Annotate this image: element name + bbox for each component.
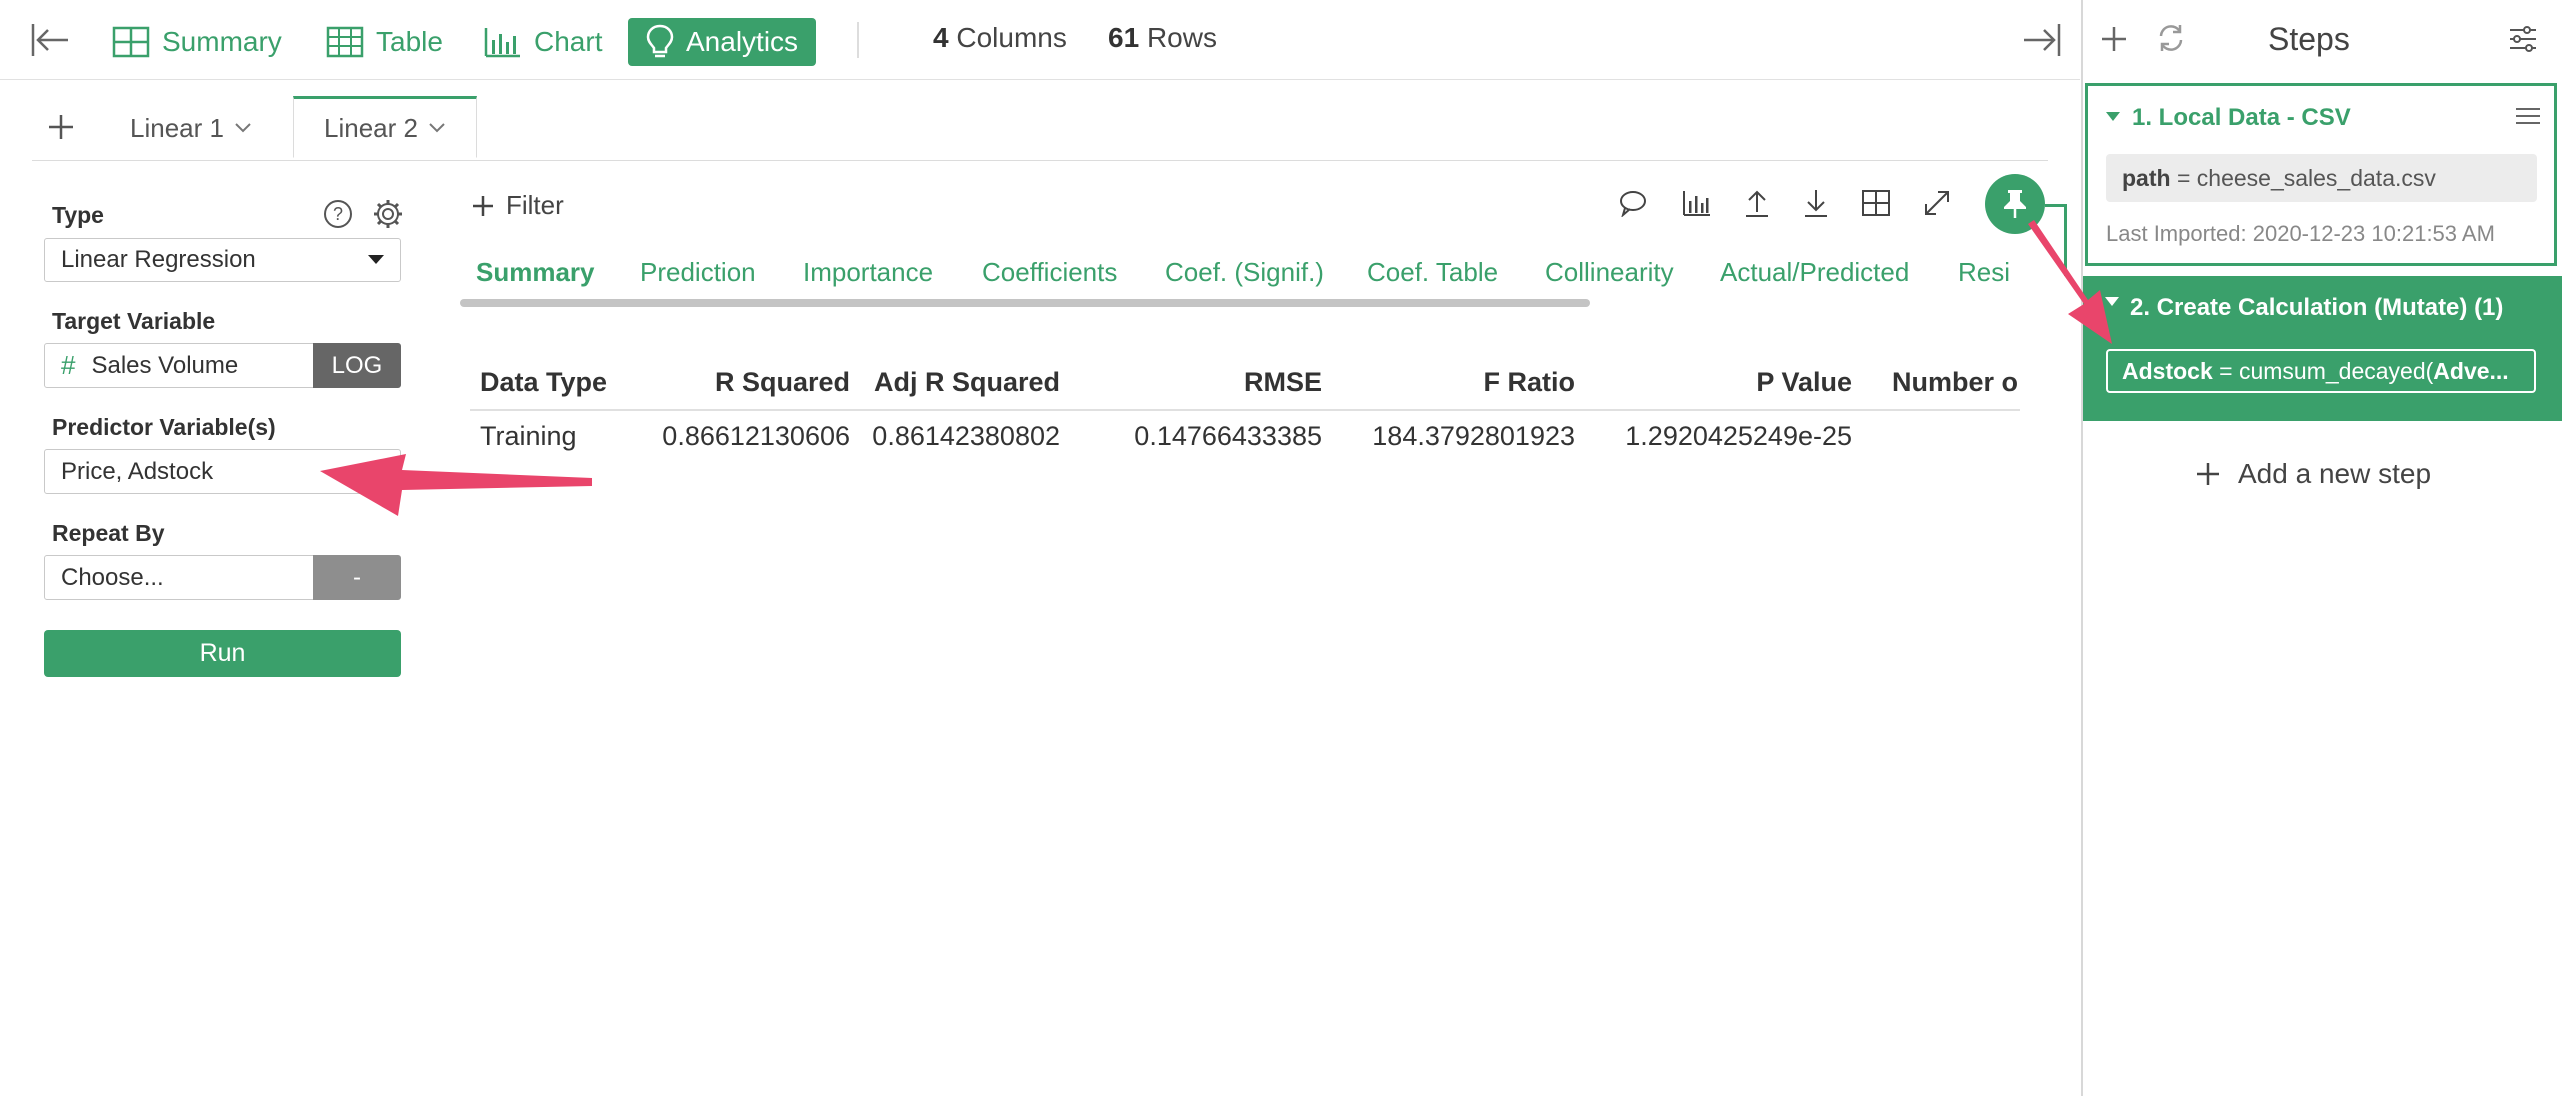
type-select[interactable]: Linear Regression <box>44 238 401 282</box>
annotation-arrow-pin <box>2010 210 2130 350</box>
predictor-variables-value: Price, Adstock <box>61 457 214 485</box>
gear-icon[interactable] <box>372 198 404 230</box>
tab-linear-2-label: Linear 2 <box>324 112 418 143</box>
table-header-divider <box>470 409 2020 411</box>
repeat-by-clear-button[interactable]: - <box>313 555 401 600</box>
nav-analytics-button[interactable]: Analytics <box>628 18 817 66</box>
nav-chart-label: Chart <box>534 26 603 57</box>
tabs-horizontal-scrollbar[interactable] <box>460 299 1590 307</box>
toolbar-divider <box>857 22 859 58</box>
lightbulb-icon <box>646 24 674 60</box>
tab-linear-2[interactable]: Linear 2 <box>293 96 477 158</box>
filter-button[interactable]: Filter <box>472 190 564 221</box>
caret-down-icon <box>368 255 384 265</box>
add-new-step-label: Add a new step <box>2238 458 2432 489</box>
result-tab-coef-table[interactable]: Coef. Table <box>1367 257 1498 288</box>
step-2-param[interactable]: Adstock = cumsum_decayed(Adve... <box>2106 349 2536 393</box>
filter-label: Filter <box>506 190 564 220</box>
step-card-create-calculation[interactable]: 2. Create Calculation (Mutate) (1) Adsto… <box>2083 276 2562 421</box>
nav-summary-label: Summary <box>162 26 282 57</box>
table-header-number-of-rows: Number o <box>1892 367 2019 397</box>
grid-view-icon[interactable] <box>1859 186 1893 220</box>
table-header-r-squared: R Squared <box>714 367 850 397</box>
repeat-by-label: Repeat By <box>52 520 165 546</box>
settings-sliders-icon[interactable] <box>2508 24 2538 54</box>
tab-linear-1[interactable]: Linear 1 <box>130 96 252 160</box>
target-variable-label: Target Variable <box>52 308 216 334</box>
annotation-arrow-predictor <box>310 430 600 530</box>
target-variable-value: Sales Volume <box>91 351 239 379</box>
numeric-type-icon: # <box>61 350 76 380</box>
steps-panel-title: Steps <box>2268 21 2350 57</box>
result-tab-collinearity[interactable]: Collinearity <box>1545 257 1674 288</box>
svg-text:?: ? <box>333 204 343 224</box>
type-label: Type <box>52 202 104 228</box>
summary-grid-icon <box>112 26 150 58</box>
predictor-variables-label: Predictor Variable(s) <box>52 414 276 440</box>
step-2-title: 2. Create Calculation (Mutate) (1) <box>2130 294 2504 321</box>
result-tab-prediction[interactable]: Prediction <box>640 257 756 288</box>
chevron-down-icon[interactable] <box>428 122 446 134</box>
expand-right-icon[interactable] <box>2022 22 2062 58</box>
menu-icon[interactable] <box>2516 106 2540 126</box>
refresh-icon[interactable] <box>2155 22 2187 54</box>
chart-view-icon[interactable] <box>1680 186 1714 220</box>
step-1-param[interactable]: path = cheese_sales_data.csv <box>2106 154 2537 202</box>
column-count: 4 Columns <box>933 22 1067 53</box>
result-tab-actual-predicted[interactable]: Actual/Predicted <box>1720 257 1909 288</box>
nav-analytics-label: Analytics <box>686 26 799 57</box>
step-1-title: 1. Local Data - CSV <box>2132 104 2351 131</box>
add-step-icon[interactable] <box>2099 24 2129 54</box>
add-tab-icon[interactable] <box>46 112 76 142</box>
comment-icon[interactable] <box>1616 186 1650 220</box>
top-toolbar: Summary Table Chart Analytics 4 Columns … <box>0 0 2080 80</box>
nav-table-label: Table <box>376 26 443 57</box>
download-icon[interactable] <box>1799 186 1833 220</box>
row-count: 61 Rows <box>1108 22 1217 53</box>
result-tab-residuals-clip: Resi <box>1958 250 2010 292</box>
log-transform-button[interactable]: LOG <box>313 343 401 388</box>
step-1-last-imported: Last Imported: 2020-12-23 10:21:53 AM <box>2106 221 2495 246</box>
tab-linear-1-label: Linear 1 <box>130 112 224 143</box>
step-card-local-data[interactable]: 1. Local Data - CSV path = cheese_sales_… <box>2085 83 2557 266</box>
nav-table-button[interactable]: Table <box>326 18 443 66</box>
result-tab-importance[interactable]: Importance <box>803 257 933 288</box>
target-variable-field[interactable]: # Sales Volume <box>44 343 314 388</box>
collapse-left-icon[interactable] <box>30 22 70 58</box>
result-tab-coef-signif[interactable]: Coef. (Signif.) <box>1165 257 1324 288</box>
fullscreen-icon[interactable] <box>1920 186 1954 220</box>
bar-chart-icon <box>484 26 522 58</box>
result-tab-coefficients[interactable]: Coefficients <box>982 257 1117 288</box>
add-new-step-button[interactable]: Add a new step <box>2196 458 2431 490</box>
chevron-down-icon[interactable] <box>234 122 252 134</box>
result-tab-residuals[interactable]: Resi <box>1958 257 2010 288</box>
table-header-data-type: Data Type <box>480 367 608 397</box>
table-icon <box>326 26 364 58</box>
nav-chart-button[interactable]: Chart <box>484 18 602 66</box>
upload-icon[interactable] <box>1740 186 1774 220</box>
type-select-value: Linear Regression <box>61 246 256 273</box>
model-tab-bar: Linear 1 Linear 2 <box>32 96 2048 161</box>
plus-icon <box>472 195 494 217</box>
repeat-by-placeholder: Choose... <box>61 563 164 591</box>
run-button[interactable]: Run <box>44 630 401 677</box>
nav-summary-button[interactable]: Summary <box>112 18 282 66</box>
caret-down-icon[interactable] <box>2106 112 2120 122</box>
repeat-by-select[interactable]: Choose... <box>44 555 314 600</box>
help-icon[interactable]: ? <box>322 198 354 230</box>
plus-icon <box>2196 462 2220 486</box>
result-tab-summary[interactable]: Summary <box>476 257 595 288</box>
